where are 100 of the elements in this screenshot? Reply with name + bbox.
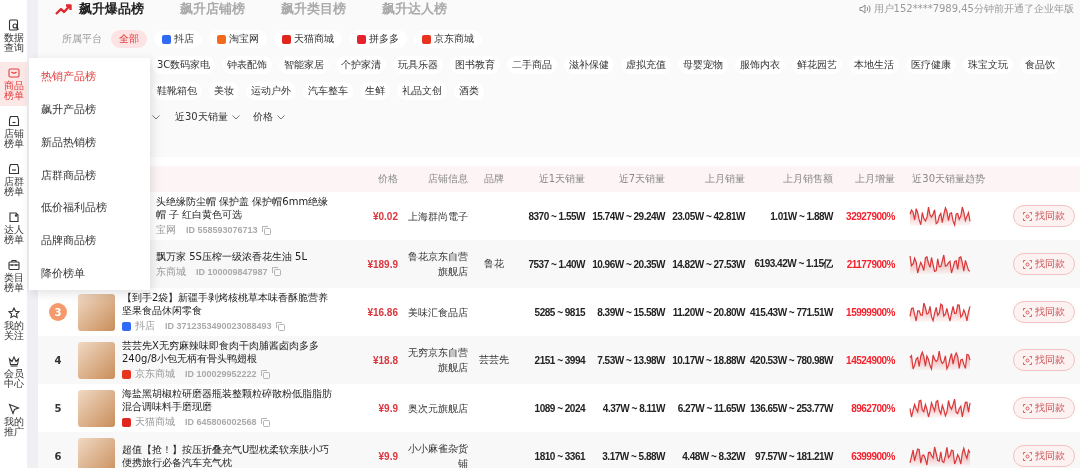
sales-range: 7537 ~ 1.40W [527,258,585,270]
copy-icon[interactable] [261,225,271,235]
category-chip[interactable]: 礼品文创 [397,82,447,100]
rank-number: 4 [54,354,62,366]
copy-icon[interactable] [271,267,281,276]
chevron-down-icon[interactable] [152,114,160,120]
tab[interactable]: 飙升爆品榜 [55,0,144,18]
sales-range: 10.17W ~ 18.88W [671,354,745,366]
sparkline-chart [909,397,971,419]
product-id: ID 3712353490023088493 [165,321,272,331]
sales-range: 4.37W ~ 8.11W [601,402,665,414]
copy-icon[interactable] [260,369,270,379]
price: ¥9.9 [377,402,398,414]
store-name: 上海群尚電子 [407,209,468,224]
filter-label: 所属平台 [62,32,102,46]
product-title[interactable]: 【到手2袋】新疆手剥烤核桃草本味香酥脆营养坚果食品休闲零食 [122,291,334,317]
category-chip[interactable]: 滋补保健 [564,56,615,74]
category-chip[interactable]: 二手商品 [507,56,558,74]
category-chip[interactable]: 食品饮 [1020,56,1061,74]
find-similar-button[interactable]: 找同款 [1013,397,1075,419]
product-id: ID 100009847987 [196,266,268,277]
menu-item[interactable]: 低价福利品榜 [29,191,150,225]
category-chip[interactable]: 虚拟充值 [621,56,672,74]
revenue-range: 415.43W ~ 771.51W [749,306,833,318]
category-chip[interactable]: 运动户外 [246,82,296,100]
find-similar-button[interactable]: 找同款 [1013,253,1075,275]
category-chip[interactable]: 美妆 [209,82,239,100]
product-id: ID 558593076713 [186,225,258,235]
sidebar-item[interactable]: 类目榜单 [0,254,27,298]
category-chip[interactable]: 生鲜 [360,82,390,100]
sales-range: 8.39W ~ 15.58W [596,306,665,318]
sidebar-item[interactable]: 商品榜单 [0,62,27,106]
platform-chip[interactable]: 拼多多 [349,30,407,48]
menu-item[interactable]: 品牌商品榜 [29,224,150,258]
find-similar-button[interactable]: 找同款 [1013,205,1075,227]
platform-chip[interactable]: 淘宝网 [209,30,267,48]
category-chip[interactable]: 珠宝文玩 [963,56,1014,74]
sort-dropdown[interactable]: 价格 [252,110,285,124]
sales-range: 5285 ~ 9815 [533,306,585,318]
category-chip[interactable]: 母婴宠物 [678,56,729,74]
platform-chip[interactable]: 全部 [111,30,147,48]
column-header: 品牌 [483,172,505,186]
menu-item[interactable]: 新品热销榜 [29,125,150,159]
platform-chip[interactable]: 京东商城 [414,30,482,48]
menu-item[interactable]: 热销产品榜 [29,60,150,93]
sidebar-item[interactable]: 数据查询 [0,14,27,58]
sort-dropdown[interactable]: 近30天销量 [175,110,240,124]
find-similar-button[interactable]: 找同款 [1013,349,1075,371]
category-chip[interactable]: 玩具乐器 [393,56,444,74]
sidebar-item[interactable]: 我的关注 [0,302,27,346]
revenue-range: 136.65W ~ 253.77W [749,402,833,414]
product-title[interactable]: 头绝缘防尘帽 保护盖 保护帽6mm绝缘帽 子 红白黄色可选 [156,195,334,221]
scan-icon [1023,211,1032,221]
chevron-down-icon [276,114,285,120]
menu-item[interactable]: 飙升产品榜 [29,92,150,126]
speaker-icon [858,4,871,14]
sidebar-item[interactable]: 店群榜单 [0,158,27,202]
product-title[interactable]: 芸芸先X无穷麻辣味即食肉干肉脯酱卤肉多多240g/8小包无柄有骨头鸭翅根 [122,339,334,365]
category-chip[interactable]: 智能家居 [279,56,330,74]
photo-placeholder [78,293,115,331]
category-chip[interactable]: 鲜花园艺 [792,56,843,74]
copy-icon[interactable] [275,321,285,331]
revenue-range: 6193.42W ~ 1.15亿 [753,257,833,271]
sidebar-item[interactable]: 会员中心 [0,350,27,394]
category-chip[interactable]: 服饰内衣 [735,56,786,74]
platform-chip[interactable]: 抖店 [154,30,202,48]
menu-item[interactable]: 店群商品榜 [29,158,150,192]
sidebar-item[interactable]: 店铺榜单 [0,110,27,154]
price: ¥9.9 [377,450,398,462]
scan-icon [1023,307,1032,317]
price: ¥189.9 [366,258,398,270]
store-name: 美味汇食品店 [407,305,468,320]
category-chip[interactable]: 鞋靴箱包 [152,82,202,100]
category-chip[interactable]: 图书教育 [450,56,501,74]
scan-icon [1023,403,1032,413]
growth-percent: 21177900% [845,258,895,270]
category-chip[interactable]: 酒类 [454,82,484,100]
sales-range: 8370 ~ 1.55W [527,210,585,222]
platform-chip[interactable]: 天猫商城 [274,30,342,48]
brand-name: 芸芸先 [478,353,510,367]
category-chip[interactable]: 个护家清 [336,56,387,74]
category-chip[interactable]: 3C数码家电 [152,56,216,74]
scan-icon [1023,451,1032,461]
sidebar-item[interactable]: 达人榜单 [0,206,27,250]
copy-icon[interactable] [260,417,270,427]
sidebar-item[interactable]: 我的推广 [0,398,27,442]
category-chip[interactable]: 钟表配饰 [222,56,273,74]
platform-name: 天猫商城 [135,415,175,429]
growth-percent: 6399900% [850,450,895,462]
product-title[interactable]: 海盐黑胡椒粒研磨器瓶装整颗粒碎散粉低脂脂肪混合调味料手磨现磨 [122,387,334,413]
find-similar-button[interactable]: 找同款 [1013,301,1075,323]
product-title[interactable]: 飘万家 5S压榨一级浓香花生油 5L [156,249,334,263]
category-chip[interactable]: 本地生活 [849,56,900,74]
scan-icon [1023,259,1032,269]
find-similar-button[interactable]: 找同款 [1013,445,1075,467]
category-chip[interactable]: 医疗健康 [906,56,957,74]
category-chip[interactable]: 汽车整车 [303,82,353,100]
menu-item[interactable]: 降价榜单 [29,257,150,290]
product-title[interactable]: 超值【抢！】按压折叠充气U型枕柔软亲肤小巧便携旅行必备汽车充气枕 [122,443,334,468]
document-search-icon [7,19,20,31]
